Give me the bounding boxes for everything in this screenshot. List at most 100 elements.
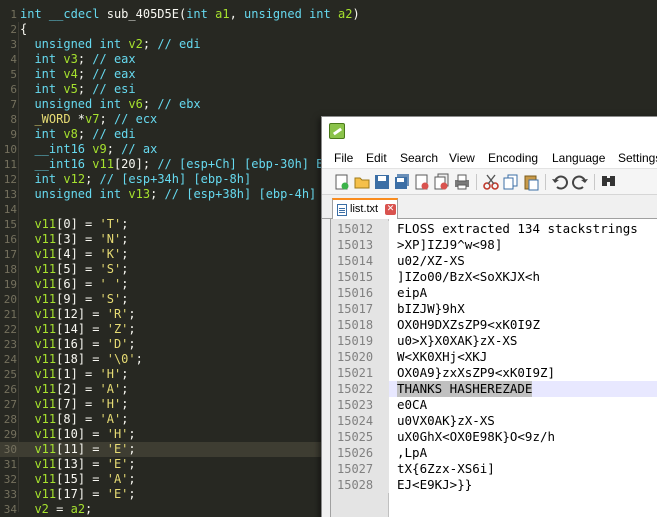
code-line-text: v11[18] = '\0'; xyxy=(34,352,143,366)
code-line-number: 23 xyxy=(3,338,17,351)
toolbar xyxy=(322,169,657,195)
menu-settings[interactable]: Settings xyxy=(618,151,657,165)
code-line-number: 19 xyxy=(3,278,17,291)
notepad-line[interactable]: 15016 eipA xyxy=(331,285,657,301)
notepad-titlebar[interactable] xyxy=(322,117,657,147)
notepad-line-text: ]IZo00/BzX<SoXKJX<h xyxy=(397,269,540,284)
code-line[interactable]: 2{ xyxy=(0,22,657,37)
menu-view[interactable]: View xyxy=(449,151,475,165)
notepad-line-number: 15024 xyxy=(331,413,389,429)
notepad-line-text: >XP]IZJ9^w<98] xyxy=(397,237,503,252)
code-line-text: unsigned int v6; // ebx xyxy=(34,97,201,111)
menu-edit[interactable]: Edit xyxy=(366,151,387,165)
notepad-line[interactable]: 15012 FLOSS extracted 134 stackstrings xyxy=(331,221,657,237)
tab-bar: list.txt ✕ xyxy=(322,195,657,220)
notepad-line[interactable]: 15028 EJ<E9KJ>}} xyxy=(331,477,657,493)
notepad-line-text: ,LpA xyxy=(397,445,428,460)
toolbar-separator xyxy=(476,174,477,190)
notepad-line-number: 15028 xyxy=(331,477,389,493)
code-line-number: 29 xyxy=(3,428,17,441)
code-line-number: 5 xyxy=(10,68,17,81)
notepad-line[interactable]: 15013 >XP]IZJ9^w<98] xyxy=(331,237,657,253)
code-line-number: 17 xyxy=(3,248,17,261)
code-line-number: 14 xyxy=(3,203,17,216)
notepad-line-text: EJ<E9KJ>}} xyxy=(397,477,473,492)
menu-search[interactable]: Search xyxy=(400,151,438,165)
code-line-number: 3 xyxy=(10,38,17,51)
notepad-text-editor[interactable]: 15012 FLOSS extracted 134 stackstrings 150… xyxy=(330,219,657,517)
code-line-number: 25 xyxy=(3,368,17,381)
notepad-line-number: 15015 xyxy=(331,269,389,285)
code-line-text: int v3; // eax xyxy=(34,52,136,66)
close-all-icon[interactable] xyxy=(433,173,451,191)
code-line-number: 7 xyxy=(10,98,17,111)
save-icon[interactable] xyxy=(373,173,391,191)
code-line[interactable]: 6 int v5; // esi xyxy=(0,82,657,97)
code-line-text: v11[3] = 'N'; xyxy=(34,232,129,246)
notepad-line-text: u02/XZ-XS xyxy=(397,253,465,268)
save-all-icon[interactable] xyxy=(393,173,411,191)
tab-close-icon[interactable]: ✕ xyxy=(385,204,396,215)
notepad-line[interactable]: 15017 bIZJW}9hX xyxy=(331,301,657,317)
notepad-line[interactable]: 15025 uX0GhX<OX0E98K}O<9z/h xyxy=(331,429,657,445)
menu-file[interactable]: File xyxy=(334,151,353,165)
code-line-number: 32 xyxy=(3,473,17,486)
code-line-text: v11[15] = 'A'; xyxy=(34,472,136,486)
code-line-number: 21 xyxy=(3,308,17,321)
code-line-number: 12 xyxy=(3,173,17,186)
cut-icon[interactable] xyxy=(482,173,500,191)
notepad-line-text: u0VX0AK}zX-XS xyxy=(397,413,495,428)
code-line-text: __int16 v11[20]; // [esp+Ch] [ebp-30h] B… xyxy=(34,157,331,171)
paste-icon[interactable] xyxy=(522,173,540,191)
notepad-line[interactable]: 15015 ]IZo00/BzX<SoXKJX<h xyxy=(331,269,657,285)
code-line[interactable]: 7 unsigned int v6; // ebx xyxy=(0,97,657,112)
code-line-text: v11[12] = 'R'; xyxy=(34,307,136,321)
undo-icon[interactable] xyxy=(551,173,569,191)
notepad-line[interactable]: 15019 u0>X}X0XAK}zX-XS xyxy=(331,333,657,349)
redo-icon[interactable] xyxy=(571,173,589,191)
find-icon[interactable] xyxy=(600,173,618,191)
close-icon[interactable] xyxy=(413,173,431,191)
code-line[interactable]: 4 int v3; // eax xyxy=(0,52,657,67)
notepad-line-number: 15025 xyxy=(331,429,389,445)
code-line-text: v11[7] = 'H'; xyxy=(34,397,129,411)
code-line-number: 27 xyxy=(3,398,17,411)
code-line[interactable]: 3 unsigned int v2; // edi xyxy=(0,37,657,52)
code-line-number: 13 xyxy=(3,188,17,201)
notepad-line[interactable]: 15018 OX0H9DXZsZP9<xK0I9Z xyxy=(331,317,657,333)
notepad-window[interactable]: File Edit Search View Encoding Language … xyxy=(321,116,657,517)
notepad-line-text: THANKS HASHEREZADE xyxy=(397,381,533,397)
menu-bar: File Edit Search View Encoding Language … xyxy=(322,147,657,169)
notepad-line[interactable]: 15024 u0VX0AK}zX-XS xyxy=(331,413,657,429)
menu-language[interactable]: Language xyxy=(552,151,605,165)
notepad-line[interactable]: 15027 tX{6Zzx-XS6i] xyxy=(331,461,657,477)
menu-encoding[interactable]: Encoding xyxy=(488,151,538,165)
notepad-line[interactable]: 15026 ,LpA xyxy=(331,445,657,461)
code-line-number: 1 xyxy=(10,8,17,21)
code-line-number: 22 xyxy=(3,323,17,336)
code-line-text: v11[13] = 'E'; xyxy=(34,457,136,471)
new-file-icon[interactable] xyxy=(333,173,351,191)
code-line-text: _WORD *v7; // ecx xyxy=(34,112,158,126)
text-file-icon xyxy=(337,204,347,216)
toolbar-separator xyxy=(594,174,595,190)
notepad-line[interactable]: 15014 u02/XZ-XS xyxy=(331,253,657,269)
notepad-line-number: 15021 xyxy=(331,365,389,381)
code-line-text: int v4; // eax xyxy=(34,67,136,81)
notepad-line[interactable]: 15023 e0CA xyxy=(331,397,657,413)
notepad-line[interactable]: 15021 OX0A9}zxXsZP9<xK0I9Z] xyxy=(331,365,657,381)
code-line[interactable]: 5 int v4; // eax xyxy=(0,67,657,82)
code-line-text: v11[4] = 'K'; xyxy=(34,247,129,261)
notepad-line-number: 15019 xyxy=(331,333,389,349)
notepad-line[interactable]: 15022 THANKS HASHEREZADE xyxy=(331,381,657,397)
copy-icon[interactable] xyxy=(502,173,520,191)
code-line-text: int v8; // edi xyxy=(34,127,136,141)
open-file-icon[interactable] xyxy=(353,173,371,191)
code-line-text: { xyxy=(20,22,28,36)
code-line-number: 16 xyxy=(3,233,17,246)
print-icon[interactable] xyxy=(453,173,471,191)
code-line-number: 8 xyxy=(10,113,17,126)
notepad-line[interactable]: 15020 W<XK0XHj<XKJ xyxy=(331,349,657,365)
tab-list-txt[interactable]: list.txt ✕ xyxy=(332,198,398,220)
code-line[interactable]: 1 int __cdecl sub_405D5E(int a1, unsigned… xyxy=(0,7,657,22)
